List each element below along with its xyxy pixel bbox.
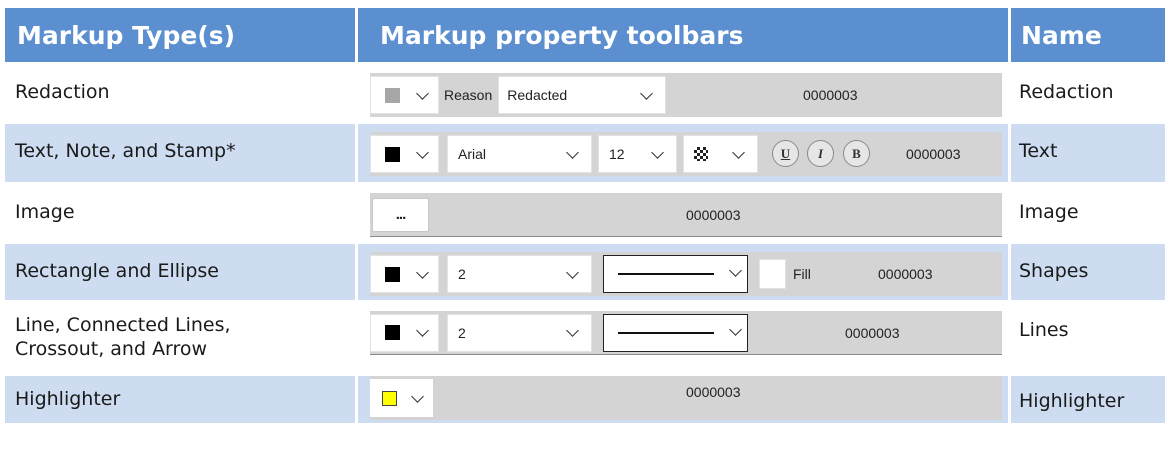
markup-type-cell: Redaction xyxy=(5,62,358,121)
italic-button[interactable]: I xyxy=(807,140,834,167)
font-dropdown[interactable]: Arial xyxy=(447,135,592,173)
lines-toolbar: 2 0000003 xyxy=(370,311,1002,355)
markup-id: 0000003 xyxy=(845,324,900,341)
header-property-toolbars: Markup property toolbars xyxy=(358,8,1011,62)
name-cell: Highlighter xyxy=(1011,373,1165,423)
color-swatch xyxy=(385,146,400,162)
toolbar-cell: 2 Fill 0000003 xyxy=(358,241,1011,300)
font-size-value: 12 xyxy=(609,146,625,162)
toolbar-cell: 2 0000003 xyxy=(358,300,1011,373)
highlighter-toolbar: 0000003 xyxy=(370,376,1002,420)
markup-type-cell: Text, Note, and Stamp* xyxy=(5,121,358,182)
markup-id: 0000003 xyxy=(686,384,741,400)
line-style-dropdown[interactable] xyxy=(603,314,748,352)
reason-label: Reason xyxy=(444,87,493,103)
chevron-down-icon xyxy=(729,264,742,277)
color-swatch xyxy=(385,325,400,340)
color-swatch xyxy=(385,266,400,282)
markup-type-cell: Image xyxy=(5,182,358,241)
color-picker[interactable] xyxy=(370,379,433,417)
markup-type-cell: Line, Connected Lines, Crossout, and Arr… xyxy=(5,300,358,373)
chevron-down-icon xyxy=(416,145,429,159)
toolbar-cell: ... 0000003 xyxy=(358,182,1011,241)
redaction-toolbar: Reason Redacted 0000003 xyxy=(370,73,1002,117)
markup-id: 0000003 xyxy=(906,146,961,162)
markup-type-line1: Line, Connected Lines, xyxy=(15,314,231,336)
line-style-preview xyxy=(618,273,714,275)
name-cell: Image xyxy=(1011,182,1165,241)
table-row-redaction: Redaction Reason Redacted 0000003 Redact… xyxy=(5,62,1165,121)
name-cell: Lines xyxy=(1011,300,1165,373)
chevron-down-icon xyxy=(411,389,424,403)
line-width-dropdown[interactable]: 2 xyxy=(447,313,592,352)
table-row-text: Text, Note, and Stamp* Arial 12 U I B 00… xyxy=(5,121,1165,182)
chevron-down-icon xyxy=(640,86,654,100)
toolbar-cell: Reason Redacted 0000003 xyxy=(358,62,1011,121)
browse-label: ... xyxy=(395,206,406,223)
table-row-shapes: Rectangle and Ellipse 2 Fill 0000003 Sha… xyxy=(5,241,1165,300)
font-size-dropdown[interactable]: 12 xyxy=(598,135,677,173)
line-width-value: 2 xyxy=(458,324,466,341)
header-name: Name xyxy=(1011,8,1165,62)
image-toolbar: ... 0000003 xyxy=(370,193,1002,237)
transparency-icon xyxy=(694,147,708,161)
header-row: Markup Type(s) Markup property toolbars … xyxy=(5,8,1165,62)
underline-button[interactable]: U xyxy=(772,140,799,167)
chevron-down-icon xyxy=(566,265,579,279)
line-width-value: 2 xyxy=(458,266,466,282)
line-style-preview xyxy=(618,332,714,334)
browse-button[interactable]: ... xyxy=(372,197,429,232)
line-style-dropdown[interactable] xyxy=(603,255,748,293)
fill-checkbox[interactable] xyxy=(759,259,786,289)
name-cell: Shapes xyxy=(1011,241,1165,300)
markup-type-cell: Rectangle and Ellipse xyxy=(5,241,358,300)
markup-id: 0000003 xyxy=(803,87,858,103)
line-width-dropdown[interactable]: 2 xyxy=(447,255,592,293)
background-dropdown[interactable] xyxy=(683,135,758,173)
reason-value: Redacted xyxy=(507,87,568,103)
markup-id: 0000003 xyxy=(686,206,741,223)
chevron-down-icon xyxy=(651,145,664,159)
reason-dropdown[interactable]: Redacted xyxy=(498,76,667,114)
markup-type-line2: Crossout, and Arrow xyxy=(15,338,208,360)
text-toolbar: Arial 12 U I B 0000003 xyxy=(370,132,1002,176)
table-row-highlighter: Highlighter 0000003 Highlighter xyxy=(5,373,1165,423)
header-markup-types: Markup Type(s) xyxy=(5,8,358,62)
color-picker[interactable] xyxy=(370,255,439,293)
chevron-down-icon xyxy=(729,323,742,336)
font-value: Arial xyxy=(458,146,487,162)
chevron-down-icon xyxy=(566,145,579,159)
table-row-image: Image ... 0000003 Image xyxy=(5,182,1165,241)
name-cell: Text xyxy=(1011,121,1165,182)
chevron-down-icon xyxy=(416,265,429,279)
fill-label: Fill xyxy=(793,266,811,282)
color-picker[interactable] xyxy=(370,313,439,352)
chevron-down-icon xyxy=(416,324,429,337)
toolbar-cell: Arial 12 U I B 0000003 xyxy=(358,121,1011,182)
color-picker[interactable] xyxy=(370,135,439,173)
markup-type-cell: Highlighter xyxy=(5,373,358,423)
chevron-down-icon xyxy=(566,324,579,337)
color-swatch xyxy=(385,87,400,103)
table-row-lines: Line, Connected Lines, Crossout, and Arr… xyxy=(5,300,1165,373)
toolbar-cell: 0000003 xyxy=(358,373,1011,423)
bold-button[interactable]: B xyxy=(843,140,870,167)
color-swatch xyxy=(382,390,397,406)
chevron-down-icon xyxy=(416,86,429,100)
color-picker[interactable] xyxy=(370,76,439,114)
chevron-down-icon xyxy=(732,145,745,159)
markup-id: 0000003 xyxy=(878,266,933,282)
markup-table: Markup Type(s) Markup property toolbars … xyxy=(5,8,1165,423)
name-cell: Redaction xyxy=(1011,62,1165,121)
shapes-toolbar: 2 Fill 0000003 xyxy=(370,252,1002,296)
